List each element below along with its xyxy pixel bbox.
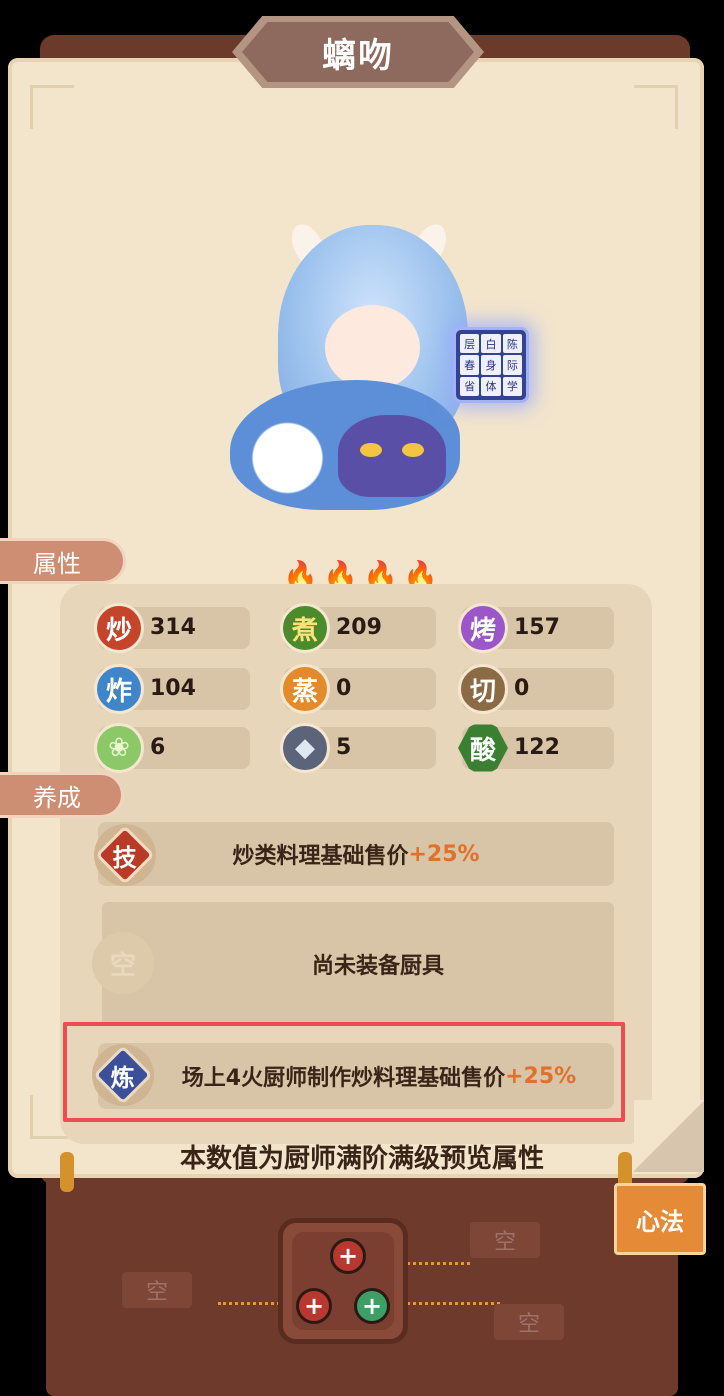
xinfa-slot-empty[interactable]: 空 (122, 1272, 192, 1308)
tab-attributes[interactable]: 属性 (0, 538, 126, 584)
skill-badge-label: 技 (113, 843, 137, 872)
roast-icon: 烤 (458, 603, 508, 653)
corner-ornament (30, 85, 74, 129)
stat-roast: 烤 157 (458, 603, 614, 653)
vegetable-icon: ❀ (94, 723, 144, 773)
stat-value: 122 (514, 735, 560, 760)
chef-name: 螭吻 (242, 22, 474, 82)
add-red-icon[interactable]: + (330, 1238, 366, 1274)
stat-deep-fry: 炸 104 (94, 664, 250, 714)
stat-vegetable: ❀ 6 (94, 723, 250, 773)
cube-char: 陈 (502, 334, 522, 354)
skill-row[interactable]: 炒类料理基础售价 +25% (98, 822, 614, 886)
equipment-badge-label: 空 (109, 950, 136, 981)
chef-face (325, 305, 420, 390)
sour-icon: 酸 (458, 724, 508, 772)
cube-char: 体 (481, 376, 501, 396)
highlight-frame (63, 1022, 625, 1122)
cube-char: 白 (481, 334, 501, 354)
stat-sour: 酸 122 (458, 724, 614, 772)
stat-value: 0 (336, 676, 352, 701)
stat-boil: 煮 209 (280, 603, 436, 653)
add-green-icon[interactable]: + (354, 1288, 390, 1324)
stat-value: 157 (514, 615, 560, 640)
page-curl (634, 1100, 704, 1172)
fish-icon: ◆ (280, 723, 330, 773)
lion-eye (360, 443, 382, 457)
xinfa-slot-empty[interactable]: 空 (470, 1222, 540, 1258)
skill-diamond: 技 (95, 825, 155, 885)
stir-fry-icon: 炒 (94, 603, 144, 653)
connector-line (400, 1262, 470, 1265)
chef-portrait: 层 白 陈 春 身 际 省 体 学 (230, 205, 560, 525)
cube-char: 春 (460, 355, 480, 375)
steam-icon: 蒸 (280, 664, 330, 714)
cube-char: 身 (481, 355, 501, 375)
skill-text: 炒类料理基础售价 +25% (98, 822, 614, 886)
equipment-text: 尚未装备厨具 (311, 954, 444, 979)
stat-stir-fry: 炒 314 (94, 603, 250, 653)
cut-icon: 切 (458, 664, 508, 714)
preview-note: 本数值为厨师满阶满级预览属性 (179, 1144, 544, 1174)
skill-bonus: +25% (408, 841, 480, 867)
stat-fish: ◆ 5 (280, 723, 436, 773)
stat-steam: 蒸 0 (280, 664, 436, 714)
corner-ornament (634, 85, 678, 129)
stat-value: 5 (336, 735, 352, 760)
stat-value: 0 (514, 676, 530, 701)
tab-training[interactable]: 养成 (0, 772, 124, 818)
stat-value: 6 (150, 735, 166, 760)
stat-value: 104 (150, 676, 196, 701)
add-red-icon[interactable]: + (296, 1288, 332, 1324)
cube-char: 际 (502, 355, 522, 375)
xinfa-button[interactable]: 心法 (614, 1183, 706, 1255)
cube-char: 学 (502, 376, 522, 396)
hinge (60, 1152, 74, 1192)
boil-icon: 煮 (280, 603, 330, 653)
stat-value: 209 (336, 615, 382, 640)
skill-badge: 技 (94, 824, 156, 886)
lion-mount (338, 415, 446, 497)
xinfa-slot-empty[interactable]: 空 (494, 1304, 564, 1340)
deep-fry-icon: 炸 (94, 664, 144, 714)
cube-char: 层 (460, 334, 480, 354)
cube-char: 省 (460, 376, 480, 396)
stat-cut: 切 0 (458, 664, 614, 714)
stat-value: 314 (150, 615, 196, 640)
skill-description: 炒类料理基础售价 (232, 844, 409, 869)
puzzle-cube-icon: 层 白 陈 春 身 际 省 体 学 (453, 327, 529, 403)
equipment-badge: 空 (92, 932, 154, 994)
lion-eye (402, 443, 424, 457)
